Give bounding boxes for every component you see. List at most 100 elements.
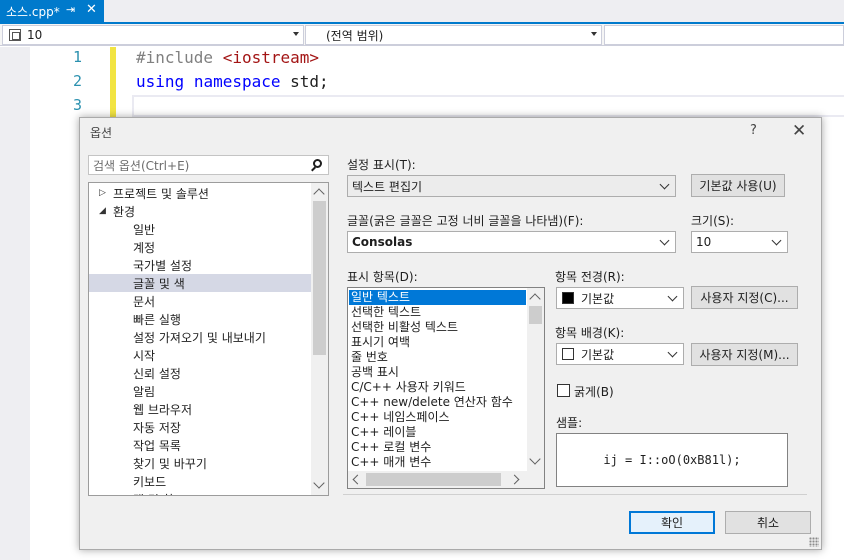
pin-tab-icon[interactable]: ⇥ xyxy=(66,3,75,16)
tree-item-label: 탭 및 창 xyxy=(133,491,174,496)
display-item[interactable]: 줄 번호 xyxy=(349,350,526,365)
tree-item-label: 일반 xyxy=(133,222,156,237)
display-item[interactable]: C++ 매개 변수 xyxy=(349,455,526,470)
tree-item[interactable]: 시작 xyxy=(89,346,311,364)
member-dropdown[interactable]: (전역 범위) xyxy=(305,25,602,45)
tree-item[interactable]: 웹 브라우저 xyxy=(89,400,311,418)
tree-item[interactable]: 찾기 및 바꾸기 xyxy=(89,454,311,472)
scroll-down-icon[interactable] xyxy=(529,453,541,465)
scroll-up-icon[interactable] xyxy=(529,293,541,305)
scope-value: 10 xyxy=(27,28,43,42)
tree-item-label: 웹 브라우저 xyxy=(133,402,193,417)
size-value: 10 xyxy=(696,235,712,249)
tree-item[interactable]: 글꼴 및 색 xyxy=(89,274,311,292)
options-dialog: 옵션 ? ✕ 검색 옵션(Ctrl+E) ▷ 프로젝트 및 솔루션 ◢ 환경일반 계정국… xyxy=(79,117,822,550)
options-tree[interactable]: ▷ 프로젝트 및 솔루션 ◢ 환경일반 계정국가별 설정글꼴 및 색문서빠른 실행설정 … xyxy=(88,182,329,496)
chevron-down-icon xyxy=(667,291,678,302)
ok-button[interactable]: 확인 xyxy=(629,511,715,534)
tree-item-label: 찾기 및 바꾸기 xyxy=(133,456,207,471)
display-item[interactable]: 공백 표시 xyxy=(349,365,526,380)
scroll-right-icon[interactable] xyxy=(509,474,520,485)
bold-checkbox[interactable] xyxy=(557,384,570,397)
chevron-down-icon xyxy=(771,235,782,246)
scrollbar-thumb[interactable] xyxy=(366,473,501,486)
tree-item-label: 키보드 xyxy=(133,474,167,489)
display-item[interactable]: 선택한 텍스트 xyxy=(349,305,526,320)
display-item[interactable]: 일반 텍스트 xyxy=(349,290,526,305)
show-settings-dropdown[interactable]: 텍스트 편집기 xyxy=(347,175,676,197)
scroll-down-icon[interactable] xyxy=(313,477,325,489)
tree-item[interactable]: 알림 xyxy=(89,382,311,400)
tree-item-label: 작업 목록 xyxy=(133,438,181,453)
custom-background-button[interactable]: 사용자 지정(M)... xyxy=(691,343,798,366)
identifier: std; xyxy=(290,72,329,91)
item-foreground-dropdown[interactable]: 기본값 xyxy=(556,287,684,309)
scroll-left-icon[interactable] xyxy=(352,474,363,485)
display-item[interactable]: C++ 네임스페이스 xyxy=(349,410,526,425)
tree-item[interactable]: 신뢰 설정 xyxy=(89,364,311,382)
cancel-button[interactable]: 취소 xyxy=(725,511,811,534)
tree-item[interactable]: 탭 및 창 xyxy=(89,490,311,496)
search-placeholder: 검색 옵션(Ctrl+E) xyxy=(93,158,190,173)
use-defaults-button[interactable]: 기본값 사용(U) xyxy=(691,174,785,197)
list-scrollbar[interactable] xyxy=(527,288,544,471)
tree-item[interactable]: 국가별 설정 xyxy=(89,256,311,274)
show-settings-value: 텍스트 편집기 xyxy=(352,179,423,194)
tree-item[interactable]: 키보드 xyxy=(89,472,311,490)
function-dropdown[interactable] xyxy=(604,25,844,45)
scroll-up-icon[interactable] xyxy=(313,188,325,200)
collapse-icon[interactable]: ◢ xyxy=(99,206,106,216)
tree-item[interactable]: 자동 저장 xyxy=(89,418,311,436)
document-tab[interactable]: 소스.cpp* ⇥ ✕ xyxy=(0,0,104,22)
tree-item[interactable]: 설정 가져오기 및 내보내기 xyxy=(89,328,311,346)
keyword: using xyxy=(136,72,185,91)
resize-grip-icon[interactable] xyxy=(809,537,819,547)
display-item[interactable]: C++ 레이블 xyxy=(349,425,526,440)
tree-item[interactable]: 빠른 실행 xyxy=(89,310,311,328)
navigation-bar: 10 (전역 범위) xyxy=(0,24,844,46)
tree-item-label: 빠른 실행 xyxy=(133,312,181,327)
tree-item[interactable]: 계정 xyxy=(89,238,311,256)
display-items-list[interactable]: 일반 텍스트 선택한 텍스트 선택한 비활성 텍스트 표시기 여백 줄 번호 공백 표시 C… xyxy=(347,287,545,489)
list-horizontal-scrollbar[interactable] xyxy=(348,471,544,488)
scope-dropdown[interactable]: 10 xyxy=(2,25,304,45)
scrollbar-thumb[interactable] xyxy=(529,306,542,324)
preprocessor-directive: #include xyxy=(136,48,214,67)
tree-item[interactable]: 일반 xyxy=(89,220,311,238)
options-search-input[interactable]: 검색 옵션(Ctrl+E) xyxy=(88,155,329,175)
size-dropdown[interactable]: 10 xyxy=(691,231,788,253)
scrollbar-thumb[interactable] xyxy=(313,201,326,355)
close-icon[interactable]: ✕ xyxy=(792,121,806,141)
line-number: 3 xyxy=(72,96,82,114)
tree-item-label: 문서 xyxy=(133,294,156,309)
display-item[interactable]: C++ new/delete 연산자 함수 xyxy=(349,395,526,410)
tree-item-label: 알림 xyxy=(133,384,156,399)
display-item[interactable]: 표시기 여백 xyxy=(349,335,526,350)
expand-icon[interactable]: ▷ xyxy=(99,188,106,198)
font-dropdown[interactable]: Consolas xyxy=(347,231,676,253)
custom-foreground-button[interactable]: 사용자 지정(C)... xyxy=(691,286,798,309)
dialog-title: 옵션 xyxy=(90,126,113,140)
item-background-dropdown[interactable]: 기본값 xyxy=(556,343,684,365)
scope-icon xyxy=(9,29,21,41)
tree-item[interactable]: 문서 xyxy=(89,292,311,310)
tree-item-label: 설정 가져오기 및 내보내기 xyxy=(133,330,266,345)
include-header: <iostream> xyxy=(222,48,320,67)
color-swatch xyxy=(562,348,574,360)
search-icon[interactable] xyxy=(313,159,322,168)
chevron-down-icon xyxy=(667,347,678,358)
tree-item[interactable]: 작업 목록 xyxy=(89,436,311,454)
tree-item[interactable]: ▷ 프로젝트 및 솔루션 xyxy=(89,184,311,202)
tree-item-label: 프로젝트 및 솔루션 xyxy=(113,186,209,201)
show-settings-label: 설정 표시(T): xyxy=(347,158,416,172)
tree-item-label: 글꼴 및 색 xyxy=(133,276,185,291)
display-item[interactable]: 선택한 비활성 텍스트 xyxy=(349,320,526,335)
tree-item-label: 국가별 설정 xyxy=(133,258,193,273)
tree-item[interactable]: ◢ 환경 xyxy=(89,202,311,220)
help-icon[interactable]: ? xyxy=(750,123,757,138)
display-item[interactable]: C/C++ 사용자 키워드 xyxy=(349,380,526,395)
tree-scrollbar[interactable] xyxy=(311,183,328,495)
close-tab-icon[interactable]: ✕ xyxy=(86,2,97,17)
display-item[interactable]: C++ 로컬 변수 xyxy=(349,440,526,455)
chevron-down-icon xyxy=(591,32,597,36)
